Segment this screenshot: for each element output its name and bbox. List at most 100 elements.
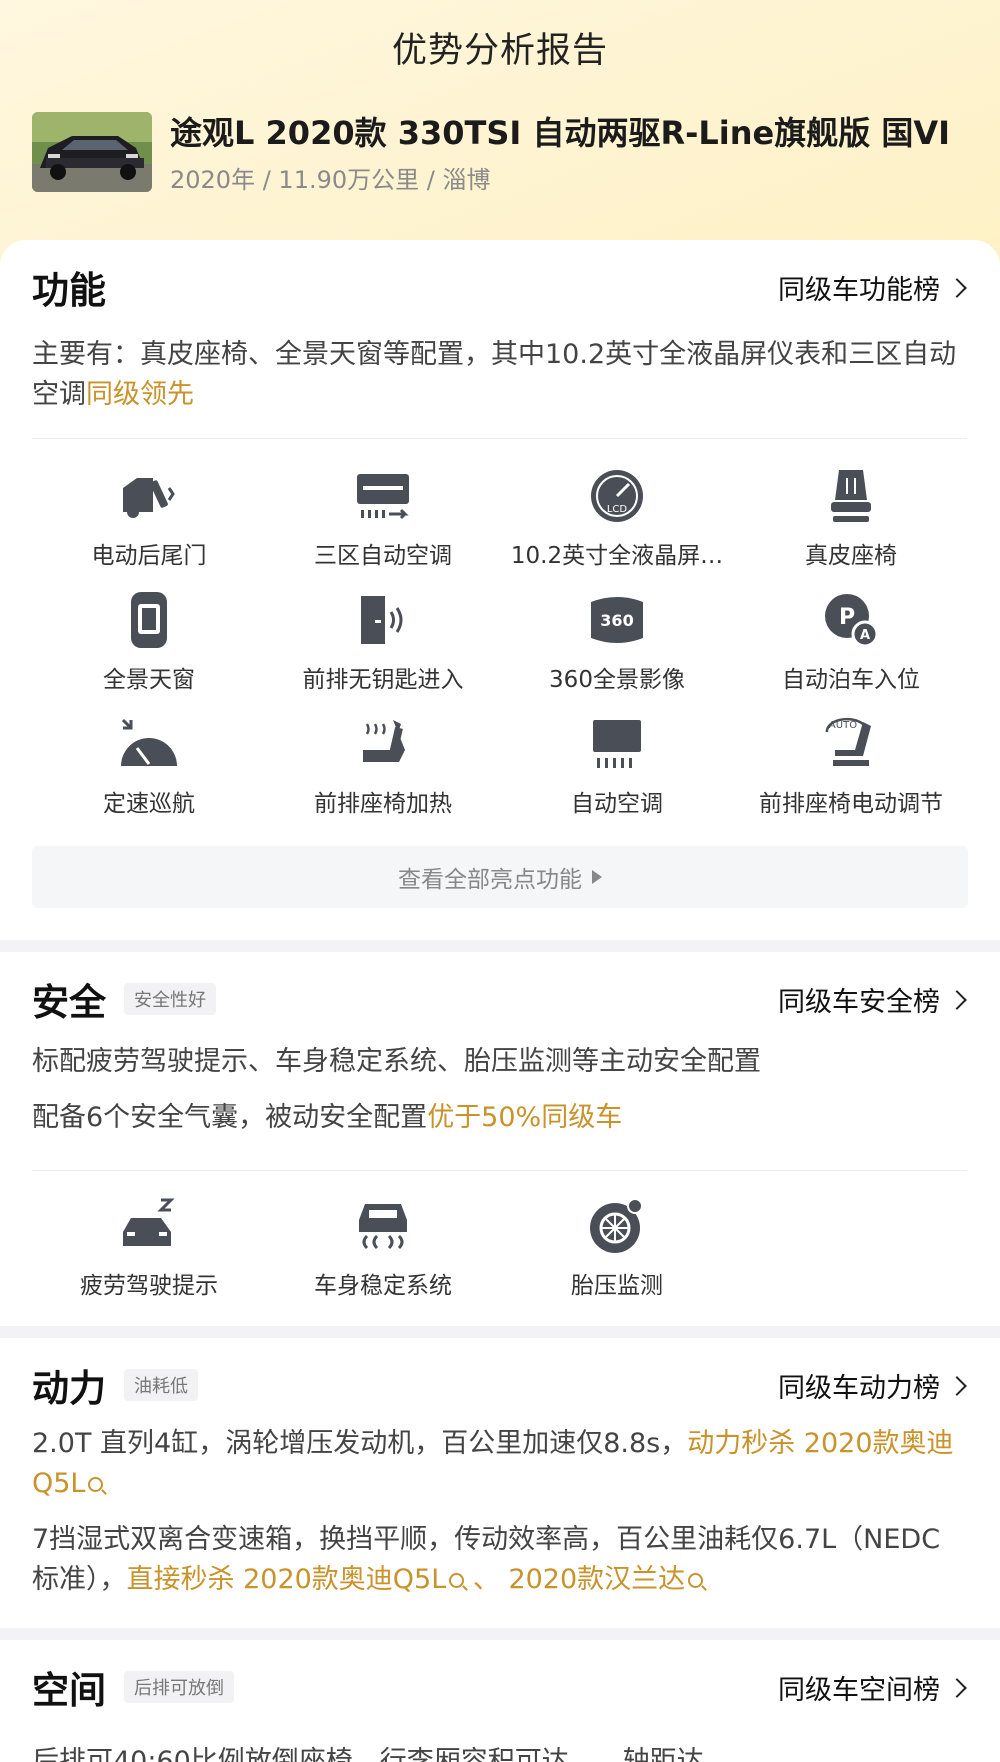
space-header: 空间 后排可放倒 <box>32 1662 234 1712</box>
rank-label: 同级车安全榜 <box>778 987 940 1018</box>
svg-text:P: P <box>839 605 855 630</box>
auto-ac-icon <box>593 720 641 768</box>
compare-link[interactable]: 直接秒杀 2020款奥迪Q5L <box>127 1564 465 1595</box>
separator-text: 、 <box>464 1564 509 1595</box>
section-separator <box>0 1628 1000 1640</box>
desc-text: 配备6个安全气囊，被动安全配置 <box>32 1102 428 1133</box>
chevron-right-icon <box>947 1375 967 1396</box>
view-all-features-button[interactable]: 查看全部亮点功能 <box>32 846 968 908</box>
feature-item[interactable]: 电动后尾门 <box>32 466 266 590</box>
space-rank-link[interactable]: 同级车空间榜 <box>778 1668 967 1707</box>
divider <box>32 1170 967 1171</box>
chevron-right-icon <box>947 1677 967 1698</box>
camera-360-icon: 360 <box>591 597 643 643</box>
compare-link[interactable]: 2020款汉兰达 <box>508 1564 704 1595</box>
power-rank-link[interactable]: 同级车动力榜 <box>778 1366 967 1405</box>
power-section: 动力 油耗低 同级车动力榜 2.0T 直列4缸，涡轮增压发动机，百公里加速仅8.… <box>0 1338 1000 1628</box>
feature-item[interactable]: PA 自动泊车入位 <box>734 590 968 714</box>
feature-item[interactable]: AUTO 前排座椅电动调节 <box>734 714 968 838</box>
function-section: 功能 同级车功能榜 主要有：真皮座椅、全景天窗等配置，其中10.2英寸全液晶屏仪… <box>0 240 1000 940</box>
safety-feature-grid: 疲劳驾驶提示 车身稳定系统 胎压监测 <box>32 1196 968 1320</box>
auto-parking-icon: PA <box>825 594 879 648</box>
rank-label: 同级车功能榜 <box>778 275 940 306</box>
function-header: 功能 <box>32 262 106 312</box>
section-title: 功能 <box>32 269 106 312</box>
space-tag: 后排可放倒 <box>124 1671 234 1703</box>
tri-zone-ac-icon <box>357 474 409 520</box>
function-rank-link[interactable]: 同级车功能榜 <box>778 268 967 307</box>
desc-highlight: 优于50%同级车 <box>427 1102 623 1133</box>
feature-item[interactable]: 360 360全景影像 <box>500 590 734 714</box>
feature-item[interactable]: 车身稳定系统 <box>266 1196 500 1320</box>
feature-label: 三区自动空调 <box>314 543 452 569</box>
car-thumbnail[interactable] <box>32 112 152 192</box>
rank-label: 同级车动力榜 <box>778 1373 940 1404</box>
feature-label: 前排无钥匙进入 <box>302 667 464 693</box>
feature-item[interactable]: LCD 10.2英寸全液晶屏… <box>500 466 734 590</box>
feature-item[interactable]: 三区自动空调 <box>266 466 500 590</box>
section-title: 动力 <box>32 1367 106 1410</box>
compare-link-text: 2020款汉兰达 <box>508 1564 686 1595</box>
seat-heating-icon <box>363 720 405 762</box>
report-content: 功能 同级车功能榜 主要有：真皮座椅、全景天窗等配置，其中10.2英寸全液晶屏仪… <box>0 240 1000 1762</box>
leather-seat-icon <box>831 470 871 522</box>
feature-item[interactable]: 前排无钥匙进入 <box>266 590 500 714</box>
page-title: 优势分析报告 <box>391 31 608 71</box>
feature-item[interactable]: 定速巡航 <box>32 714 266 838</box>
feature-item[interactable]: 疲劳驾驶提示 <box>32 1196 266 1320</box>
section-title: 空间 <box>32 1669 106 1712</box>
feature-item[interactable]: 自动空调 <box>500 714 734 838</box>
search-icon <box>88 1477 104 1492</box>
feature-item[interactable]: 前排座椅加热 <box>266 714 500 838</box>
power-seat-adjust-icon: AUTO <box>825 717 871 766</box>
feature-label: 前排座椅电动调节 <box>759 791 943 817</box>
feature-label: 车身稳定系统 <box>314 1273 452 1299</box>
feature-item[interactable]: 真皮座椅 <box>734 466 968 590</box>
feature-item[interactable]: 全景天窗 <box>32 590 266 714</box>
power-tag: 油耗低 <box>124 1369 198 1401</box>
chevron-right-icon <box>947 989 967 1010</box>
space-section: 空间 后排可放倒 同级车空间榜 后排可40:60比例放倒座椅，行李厢容积可达…，… <box>0 1640 1000 1762</box>
desc-highlight: 同级领先 <box>86 379 194 410</box>
cruise-control-icon <box>121 718 177 766</box>
chevron-right-icon <box>947 277 967 298</box>
desc-text: 2.0T 直列4缸，涡轮增压发动机，百公里加速仅8.8s， <box>32 1428 688 1459</box>
power-tailgate-icon <box>123 478 175 518</box>
search-icon <box>688 1573 704 1588</box>
feature-label: 胎压监测 <box>571 1273 663 1299</box>
feature-label: 定速巡航 <box>103 791 195 817</box>
section-separator <box>0 1326 1000 1338</box>
power-paragraph-2: 7挡湿式双离合变速箱，换挡平顺，传动效率高，百公里油耗仅6.7L（NEDC标准）… <box>32 1520 967 1600</box>
feature-item[interactable]: 胎压监测 <box>500 1196 734 1320</box>
lcd-dashboard-icon: LCD <box>591 470 643 522</box>
feature-label: 真皮座椅 <box>805 543 897 569</box>
section-separator <box>0 940 1000 952</box>
function-description: 主要有：真皮座椅、全景天窗等配置，其中10.2英寸全液晶屏仪表和三区自动空调同级… <box>32 335 967 415</box>
keyless-entry-icon <box>361 596 403 644</box>
safety-rank-link[interactable]: 同级车安全榜 <box>778 980 967 1019</box>
section-title: 安全 <box>32 981 106 1024</box>
fatigue-alert-icon <box>123 1198 175 1246</box>
feature-label: 10.2英寸全液晶屏… <box>510 543 724 569</box>
rank-label: 同级车空间榜 <box>778 1675 940 1706</box>
safety-line-2: 配备6个安全气囊，被动安全配置优于50%同级车 <box>32 1098 967 1138</box>
space-description: 后排可40:60比例放倒座椅，行李厢容积可达…，轴距达… <box>32 1746 731 1762</box>
feature-label: 自动泊车入位 <box>782 667 920 693</box>
svg-text:A: A <box>860 628 870 643</box>
tire-pressure-icon <box>590 1198 643 1253</box>
panoramic-sunroof-icon <box>131 592 167 648</box>
stability-control-icon <box>359 1204 407 1250</box>
view-all-label: 查看全部亮点功能 <box>398 867 582 893</box>
feature-label: 疲劳驾驶提示 <box>80 1273 218 1299</box>
svg-text:AUTO: AUTO <box>829 720 857 731</box>
divider <box>32 438 967 439</box>
power-header: 动力 油耗低 <box>32 1360 198 1410</box>
svg-text:360: 360 <box>600 611 633 630</box>
safety-section: 安全 安全性好 同级车安全榜 标配疲劳驾驶提示、车身稳定系统、胎压监测等主动安全… <box>0 952 1000 1326</box>
power-paragraph-1: 2.0T 直列4缸，涡轮增压发动机，百公里加速仅8.8s，动力秒杀 2020款奥… <box>32 1424 967 1504</box>
car-meta: 2020年 / 11.90万公里 / 淄博 <box>170 166 491 194</box>
report-header: 优势分析报告 途观L 2020款 330TSI 自动两驱R-Line旗舰版 国V… <box>0 0 1000 240</box>
feature-label: 360全景影像 <box>549 667 685 693</box>
safety-header: 安全 安全性好 <box>32 974 216 1024</box>
safety-line-1: 标配疲劳驾驶提示、车身稳定系统、胎压监测等主动安全配置 <box>32 1046 761 1077</box>
